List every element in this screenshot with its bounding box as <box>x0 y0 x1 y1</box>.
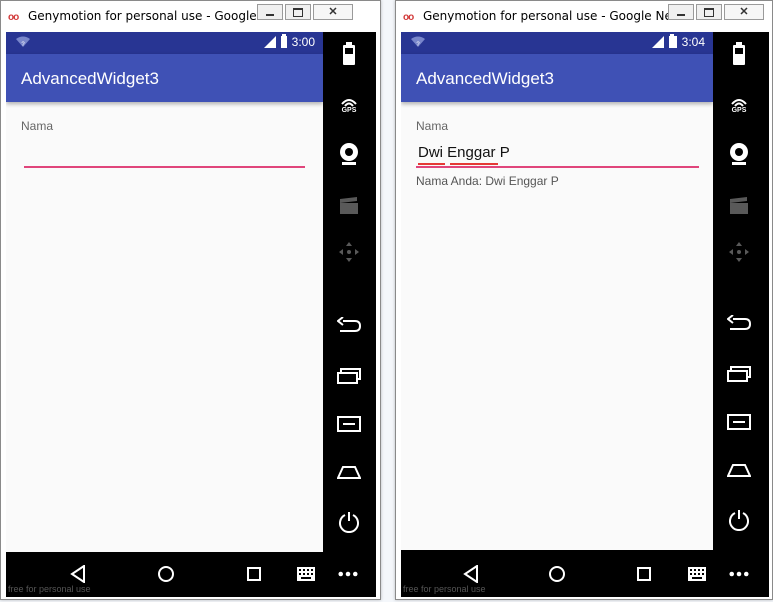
nav-home-icon[interactable] <box>547 564 567 584</box>
gps-icon[interactable]: GPS <box>337 94 361 118</box>
power-icon[interactable] <box>727 508 751 532</box>
gps-icon[interactable]: GPS <box>727 94 751 118</box>
result-text: Nama Anda: Dwi Enggar P <box>416 174 559 188</box>
window-titlebar[interactable]: oo Genymotion for personal use - Google … <box>396 1 772 31</box>
watermark-text: free for personal use <box>403 584 486 594</box>
nama-input[interactable] <box>26 144 293 161</box>
home-icon[interactable] <box>727 458 751 482</box>
genymotion-sidebar: GPS <box>324 32 374 552</box>
close-icon: ✕ <box>739 5 749 18</box>
input-underline <box>24 166 305 168</box>
nama-label: Nama <box>21 119 54 133</box>
gps-label: GPS <box>731 107 747 114</box>
battery-widget-icon[interactable] <box>727 42 751 66</box>
more-icon[interactable] <box>729 564 749 584</box>
nama-input-field[interactable] <box>24 140 305 168</box>
minimize-icon <box>266 13 274 16</box>
webcam-icon[interactable] <box>337 142 361 166</box>
minimize-button[interactable] <box>257 4 283 20</box>
window-titlebar[interactable]: oo Genymotion for personal use - Google … <box>1 1 380 31</box>
webcam-icon[interactable] <box>727 142 751 166</box>
keyboard-icon[interactable] <box>296 564 316 584</box>
device-frame: ? 3:00 AdvancedWidget3 Nama GPS free for… <box>6 32 376 597</box>
maximize-icon <box>704 7 714 17</box>
minimize-icon <box>677 13 685 16</box>
close-button[interactable]: ✕ <box>724 4 764 20</box>
battery-widget-icon[interactable] <box>337 42 361 66</box>
nav-home-icon[interactable] <box>156 564 176 584</box>
genymotion-sidebar: GPS <box>714 32 764 552</box>
input-underline <box>416 166 699 168</box>
nama-label: Nama <box>416 119 449 133</box>
wifi-icon: ? <box>16 36 30 48</box>
nav-back-icon[interactable] <box>68 564 88 584</box>
window-title: Genymotion for personal use - Google Nex… <box>28 9 296 23</box>
wifi-icon: ? <box>411 36 425 48</box>
spellcheck-underline <box>450 163 498 165</box>
battery-icon <box>280 34 287 48</box>
android-screen: ? 3:04 AdvancedWidget3 Nama Nama Anda: D… <box>401 32 713 550</box>
gps-label: GPS <box>341 107 357 114</box>
dpad-icon[interactable] <box>727 240 751 264</box>
signal-icon <box>651 36 664 48</box>
genymotion-logo-icon: oo <box>8 12 19 23</box>
dpad-icon[interactable] <box>337 240 361 264</box>
minimize-button[interactable] <box>668 4 694 20</box>
nav-back-icon[interactable] <box>461 564 481 584</box>
back-icon[interactable] <box>727 312 751 336</box>
watermark-text: free for personal use <box>8 584 91 594</box>
window-title: Genymotion for personal use - Google Nex… <box>423 9 691 23</box>
battery-icon <box>668 34 677 48</box>
signal-icon <box>263 36 276 48</box>
video-capture-icon[interactable] <box>337 194 361 218</box>
close-icon: ✕ <box>328 5 338 18</box>
maximize-button[interactable] <box>285 4 311 20</box>
nama-input[interactable] <box>418 144 687 161</box>
recent-apps-icon[interactable] <box>727 362 751 386</box>
emulator-window-left: oo Genymotion for personal use - Google … <box>0 0 381 600</box>
recent-apps-icon[interactable] <box>337 364 361 388</box>
emulator-window-right: oo Genymotion for personal use - Google … <box>395 0 773 600</box>
power-icon[interactable] <box>337 510 361 534</box>
app-title: AdvancedWidget3 <box>21 69 159 88</box>
android-navbar: free for personal use <box>6 552 376 597</box>
device-frame: ? 3:04 AdvancedWidget3 Nama Nama Anda: D… <box>401 32 769 597</box>
android-screen: ? 3:00 AdvancedWidget3 Nama <box>6 32 323 552</box>
app-bar: AdvancedWidget3 <box>401 54 713 102</box>
close-button[interactable]: ✕ <box>313 4 353 20</box>
status-bar: ? 3:04 <box>401 32 713 54</box>
home-icon[interactable] <box>337 460 361 484</box>
app-title: AdvancedWidget3 <box>416 69 554 88</box>
more-icon[interactable] <box>338 564 358 584</box>
status-bar: ? 3:00 <box>6 32 323 54</box>
status-time: 3:00 <box>291 35 315 49</box>
maximize-button[interactable] <box>696 4 722 20</box>
video-capture-icon[interactable] <box>727 194 751 218</box>
back-icon[interactable] <box>337 314 361 338</box>
app-bar: AdvancedWidget3 <box>6 54 323 102</box>
menu-icon[interactable] <box>727 410 751 434</box>
nama-input-field[interactable] <box>416 140 699 168</box>
menu-icon[interactable] <box>337 412 361 436</box>
android-navbar: free for personal use <box>401 552 769 597</box>
nav-recents-icon[interactable] <box>244 564 264 584</box>
nav-recents-icon[interactable] <box>634 564 654 584</box>
maximize-icon <box>293 7 303 17</box>
spellcheck-underline <box>418 163 445 165</box>
status-time: 3:04 <box>681 35 705 49</box>
genymotion-logo-icon: oo <box>403 12 414 23</box>
keyboard-icon[interactable] <box>687 564 707 584</box>
